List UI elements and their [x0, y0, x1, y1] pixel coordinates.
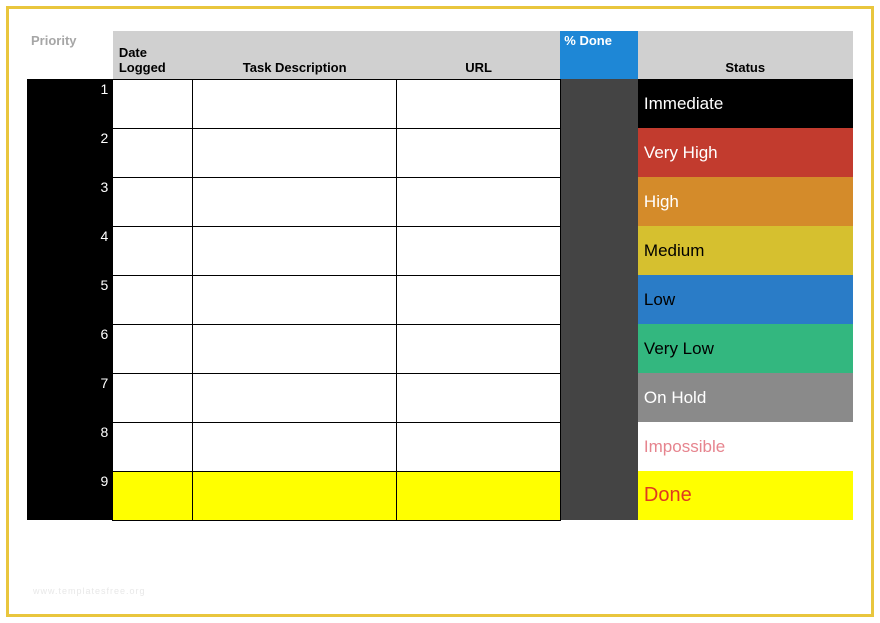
table-row: 4 Medium [27, 226, 853, 275]
cell-task-description[interactable] [193, 471, 397, 520]
cell-url[interactable] [397, 79, 560, 128]
cell-status: Medium [638, 226, 853, 275]
cell-task-description[interactable] [193, 422, 397, 471]
cell-percent-done[interactable] [560, 373, 638, 422]
cell-task-description[interactable] [193, 177, 397, 226]
cell-url[interactable] [397, 422, 560, 471]
cell-percent-done[interactable] [560, 324, 638, 373]
cell-priority: 4 [27, 226, 113, 275]
cell-percent-done[interactable] [560, 275, 638, 324]
cell-priority: 8 [27, 422, 113, 471]
cell-status: Immediate [638, 79, 853, 128]
cell-percent-done[interactable] [560, 177, 638, 226]
cell-status: High [638, 177, 853, 226]
cell-priority: 6 [27, 324, 113, 373]
cell-date-logged[interactable] [113, 79, 193, 128]
table-row: 9 Done [27, 471, 853, 520]
cell-status: Low [638, 275, 853, 324]
cell-percent-done[interactable] [560, 471, 638, 520]
cell-percent-done[interactable] [560, 422, 638, 471]
cell-task-description[interactable] [193, 275, 397, 324]
table-row: 6 Very Low [27, 324, 853, 373]
cell-url[interactable] [397, 177, 560, 226]
cell-date-logged[interactable] [113, 324, 193, 373]
cell-date-logged[interactable] [113, 422, 193, 471]
cell-date-logged[interactable] [113, 177, 193, 226]
cell-priority: 2 [27, 128, 113, 177]
cell-task-description[interactable] [193, 128, 397, 177]
cell-url[interactable] [397, 471, 560, 520]
cell-task-description[interactable] [193, 226, 397, 275]
table-row: 2 Very High [27, 128, 853, 177]
cell-date-logged[interactable] [113, 373, 193, 422]
watermark: www.templatesfree.org [33, 586, 146, 596]
cell-status: Very Low [638, 324, 853, 373]
task-table: Priority Date Logged Task Description UR… [27, 31, 853, 521]
header-task-description: Task Description [193, 31, 397, 79]
cell-status: On Hold [638, 373, 853, 422]
table-row: 1 Immediate [27, 79, 853, 128]
header-percent-done: % Done [560, 31, 638, 79]
header-date-logged: Date Logged [113, 31, 193, 79]
table-header-row: Priority Date Logged Task Description UR… [27, 31, 853, 79]
cell-task-description[interactable] [193, 79, 397, 128]
cell-task-description[interactable] [193, 324, 397, 373]
cell-url[interactable] [397, 226, 560, 275]
table-row: 3 High [27, 177, 853, 226]
cell-url[interactable] [397, 275, 560, 324]
cell-percent-done[interactable] [560, 128, 638, 177]
cell-date-logged[interactable] [113, 471, 193, 520]
cell-date-logged[interactable] [113, 275, 193, 324]
cell-priority: 9 [27, 471, 113, 520]
cell-date-logged[interactable] [113, 226, 193, 275]
cell-status: Impossible [638, 422, 853, 471]
cell-date-logged[interactable] [113, 128, 193, 177]
cell-url[interactable] [397, 373, 560, 422]
document-frame: Priority Date Logged Task Description UR… [6, 6, 874, 617]
table-body: 1 Immediate 2 Very High 3 High 4 Medium 5 Low 6 Ver… [27, 79, 853, 520]
cell-url[interactable] [397, 128, 560, 177]
table-row: 5 Low [27, 275, 853, 324]
table-row: 8 Impossible [27, 422, 853, 471]
header-status: Status [638, 31, 853, 79]
header-priority: Priority [27, 31, 113, 79]
cell-percent-done[interactable] [560, 79, 638, 128]
cell-status: Very High [638, 128, 853, 177]
table-row: 7 On Hold [27, 373, 853, 422]
cell-priority: 5 [27, 275, 113, 324]
cell-priority: 7 [27, 373, 113, 422]
header-url: URL [397, 31, 560, 79]
cell-status: Done [638, 471, 853, 520]
cell-priority: 3 [27, 177, 113, 226]
cell-priority: 1 [27, 79, 113, 128]
cell-url[interactable] [397, 324, 560, 373]
cell-task-description[interactable] [193, 373, 397, 422]
cell-percent-done[interactable] [560, 226, 638, 275]
